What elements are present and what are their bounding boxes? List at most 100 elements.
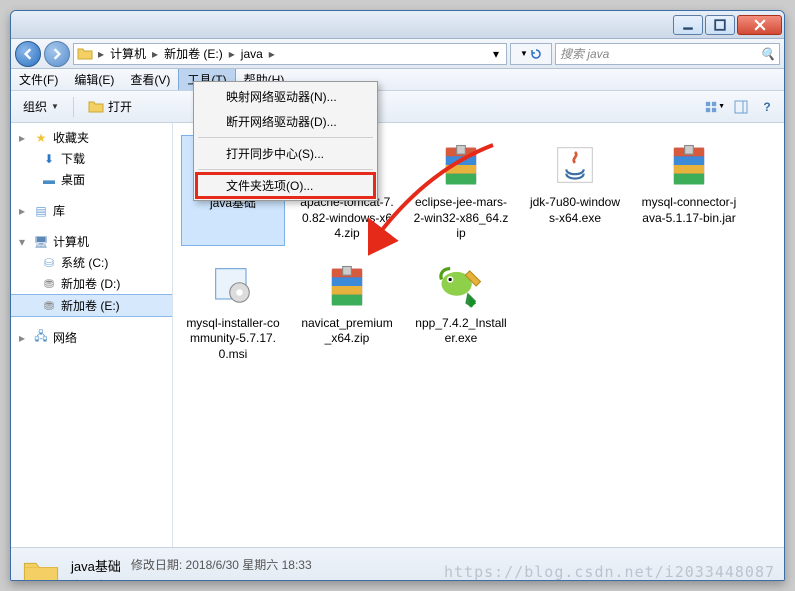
file-name: mysql-installer-community-5.7.17.0.msi xyxy=(185,316,281,363)
network-label: 网络 xyxy=(53,329,77,346)
menu-edit[interactable]: 编辑(E) xyxy=(66,69,122,90)
nav-drive-c[interactable]: ⛁系统 (C:) xyxy=(11,252,172,273)
navigation-pane: ▸★收藏夹 ⬇下载 ▬桌面 ▸▤库 ▾🖥计算机 ⛁系统 (C:) ⛃新加卷 (D… xyxy=(11,123,173,547)
search-icon: 🔍 xyxy=(760,47,775,61)
watermark: https://blog.csdn.net/i2033448087 xyxy=(444,563,775,581)
path-segment-folder[interactable]: java xyxy=(237,47,267,61)
maximize-button[interactable] xyxy=(705,15,735,35)
chevron-down-icon: ▼ xyxy=(718,103,725,110)
file-name: jdk-7u80-windows-x64.exe xyxy=(527,195,623,226)
folder-icon xyxy=(21,555,61,581)
preview-pane-button[interactable] xyxy=(730,96,752,118)
divider xyxy=(73,97,74,117)
search-placeholder: 搜索 java xyxy=(560,45,609,62)
file-item[interactable]: mysql-connector-java-5.1.17-bin.jar xyxy=(637,135,741,246)
chevron-right-icon[interactable]: ▸ xyxy=(227,47,237,61)
download-icon: ⬇ xyxy=(41,151,57,167)
drive-d-label: 新加卷 (D:) xyxy=(61,275,120,292)
view-options-button[interactable]: ▼ xyxy=(704,96,726,118)
expand-icon: ▸ xyxy=(19,204,29,218)
drive-icon: ⛁ xyxy=(41,255,57,271)
npp-icon xyxy=(435,260,487,312)
network-icon: 🖧 xyxy=(33,330,49,346)
mod-value: 2018/6/30 星期六 18:33 xyxy=(186,558,312,572)
menu-file[interactable]: 文件(F) xyxy=(11,69,66,90)
forward-button[interactable] xyxy=(44,41,70,67)
file-item[interactable]: navicat_premium_x64.zip xyxy=(295,256,399,367)
nav-downloads[interactable]: ⬇下载 xyxy=(11,148,172,169)
drive-icon: ⛃ xyxy=(41,298,57,314)
zip-icon xyxy=(321,260,373,312)
refresh-button[interactable]: ▼ xyxy=(510,43,552,65)
open-folder-icon xyxy=(88,99,104,115)
explorer-window: ▸ 计算机 ▸ 新加卷 (E:) ▸ java ▸ ▾ ▼ 搜索 java 🔍 … xyxy=(10,10,785,581)
close-button[interactable] xyxy=(737,15,782,35)
chevron-down-icon: ▼ xyxy=(51,102,59,111)
open-label: 打开 xyxy=(108,98,132,115)
path-dropdown-icon[interactable]: ▾ xyxy=(489,47,503,61)
nav-drive-e[interactable]: ⛃新加卷 (E:) xyxy=(11,294,172,317)
favorites-label: 收藏夹 xyxy=(53,129,89,146)
mod-label: 修改日期: xyxy=(131,558,182,572)
nav-computer[interactable]: ▾ 🖥计算机 xyxy=(11,231,172,252)
file-name: npp_7.4.2_Installer.exe xyxy=(413,316,509,347)
organize-label: 组织 xyxy=(23,98,47,115)
nav-drive-d[interactable]: ⛃新加卷 (D:) xyxy=(11,273,172,294)
chevron-right-icon[interactable]: ▸ xyxy=(150,47,160,61)
chevron-right-icon[interactable]: ▸ xyxy=(267,47,277,61)
libraries-label: 库 xyxy=(53,202,65,219)
body: ▸★收藏夹 ⬇下载 ▬桌面 ▸▤库 ▾🖥计算机 ⛁系统 (C:) ⛃新加卷 (D… xyxy=(11,123,784,547)
downloads-label: 下载 xyxy=(61,150,85,167)
file-name: eclipse-jee-mars-2-win32-x86_64.zip xyxy=(413,195,509,242)
desktop-label: 桌面 xyxy=(61,171,85,188)
file-item[interactable]: mysql-installer-community-5.7.17.0.msi xyxy=(181,256,285,367)
library-icon: ▤ xyxy=(33,203,49,219)
minimize-button[interactable] xyxy=(673,15,703,35)
address-bar: ▸ 计算机 ▸ 新加卷 (E:) ▸ java ▸ ▾ ▼ 搜索 java 🔍 xyxy=(11,39,784,69)
menu-folder-options[interactable]: 文件夹选项(O)... xyxy=(196,173,375,198)
back-button[interactable] xyxy=(15,41,41,67)
command-bar: 组织 ▼ 打开 包含到库中 新建文件夹 ▼ ? xyxy=(11,91,784,123)
title-bar xyxy=(11,11,784,39)
menu-map-drive[interactable]: 映射网络驱动器(N)... xyxy=(196,84,375,109)
java-icon xyxy=(549,139,601,191)
nav-desktop[interactable]: ▬桌面 xyxy=(11,169,172,190)
file-item[interactable]: jdk-7u80-windows-x64.exe xyxy=(523,135,627,246)
zip-icon xyxy=(663,139,715,191)
menu-disconnect-drive[interactable]: 断开网络驱动器(D)... xyxy=(196,109,375,134)
help-icon: ? xyxy=(763,100,770,114)
drive-e-label: 新加卷 (E:) xyxy=(61,297,120,314)
file-item[interactable]: npp_7.4.2_Installer.exe xyxy=(409,256,513,367)
desktop-icon: ▬ xyxy=(41,172,57,188)
menu-view[interactable]: 查看(V) xyxy=(122,69,178,90)
status-name: java基础 xyxy=(71,556,121,575)
refresh-icon xyxy=(530,48,542,60)
help-button[interactable]: ? xyxy=(756,96,778,118)
organize-button[interactable]: 组织 ▼ xyxy=(17,96,65,117)
path-segment-computer[interactable]: 计算机 xyxy=(106,45,150,62)
open-button[interactable]: 打开 xyxy=(82,96,138,117)
computer-icon: 🖥 xyxy=(33,234,49,250)
menu-separator xyxy=(198,137,373,138)
star-icon: ★ xyxy=(33,130,49,146)
search-input[interactable]: 搜索 java 🔍 xyxy=(555,43,780,65)
menu-bar: 文件(F) 编辑(E) 查看(V) 工具(T) 帮助(H) xyxy=(11,69,784,91)
msi-icon xyxy=(207,260,259,312)
drive-icon: ⛃ xyxy=(41,276,57,292)
expand-icon: ▾ xyxy=(19,235,29,249)
file-item[interactable]: eclipse-jee-mars-2-win32-x86_64.zip xyxy=(409,135,513,246)
nav-favorites[interactable]: ▸★收藏夹 xyxy=(11,127,172,148)
expand-icon: ▸ xyxy=(19,331,29,345)
status-type: 文件夹 xyxy=(71,577,312,581)
zip-icon xyxy=(435,139,487,191)
chevron-down-icon: ▼ xyxy=(520,49,528,58)
file-name: mysql-connector-java-5.1.17-bin.jar xyxy=(641,195,737,226)
nav-network[interactable]: ▸ 🖧网络 xyxy=(11,327,172,348)
path-segment-drive[interactable]: 新加卷 (E:) xyxy=(160,45,227,62)
computer-label: 计算机 xyxy=(53,233,89,250)
menu-sync-center[interactable]: 打开同步中心(S)... xyxy=(196,141,375,166)
path-box[interactable]: ▸ 计算机 ▸ 新加卷 (E:) ▸ java ▸ ▾ xyxy=(73,43,507,65)
chevron-right-icon[interactable]: ▸ xyxy=(96,47,106,61)
nav-libraries[interactable]: ▸ ▤库 xyxy=(11,200,172,221)
file-name: apache-tomcat-7.0.82-windows-x64.zip xyxy=(299,195,395,242)
